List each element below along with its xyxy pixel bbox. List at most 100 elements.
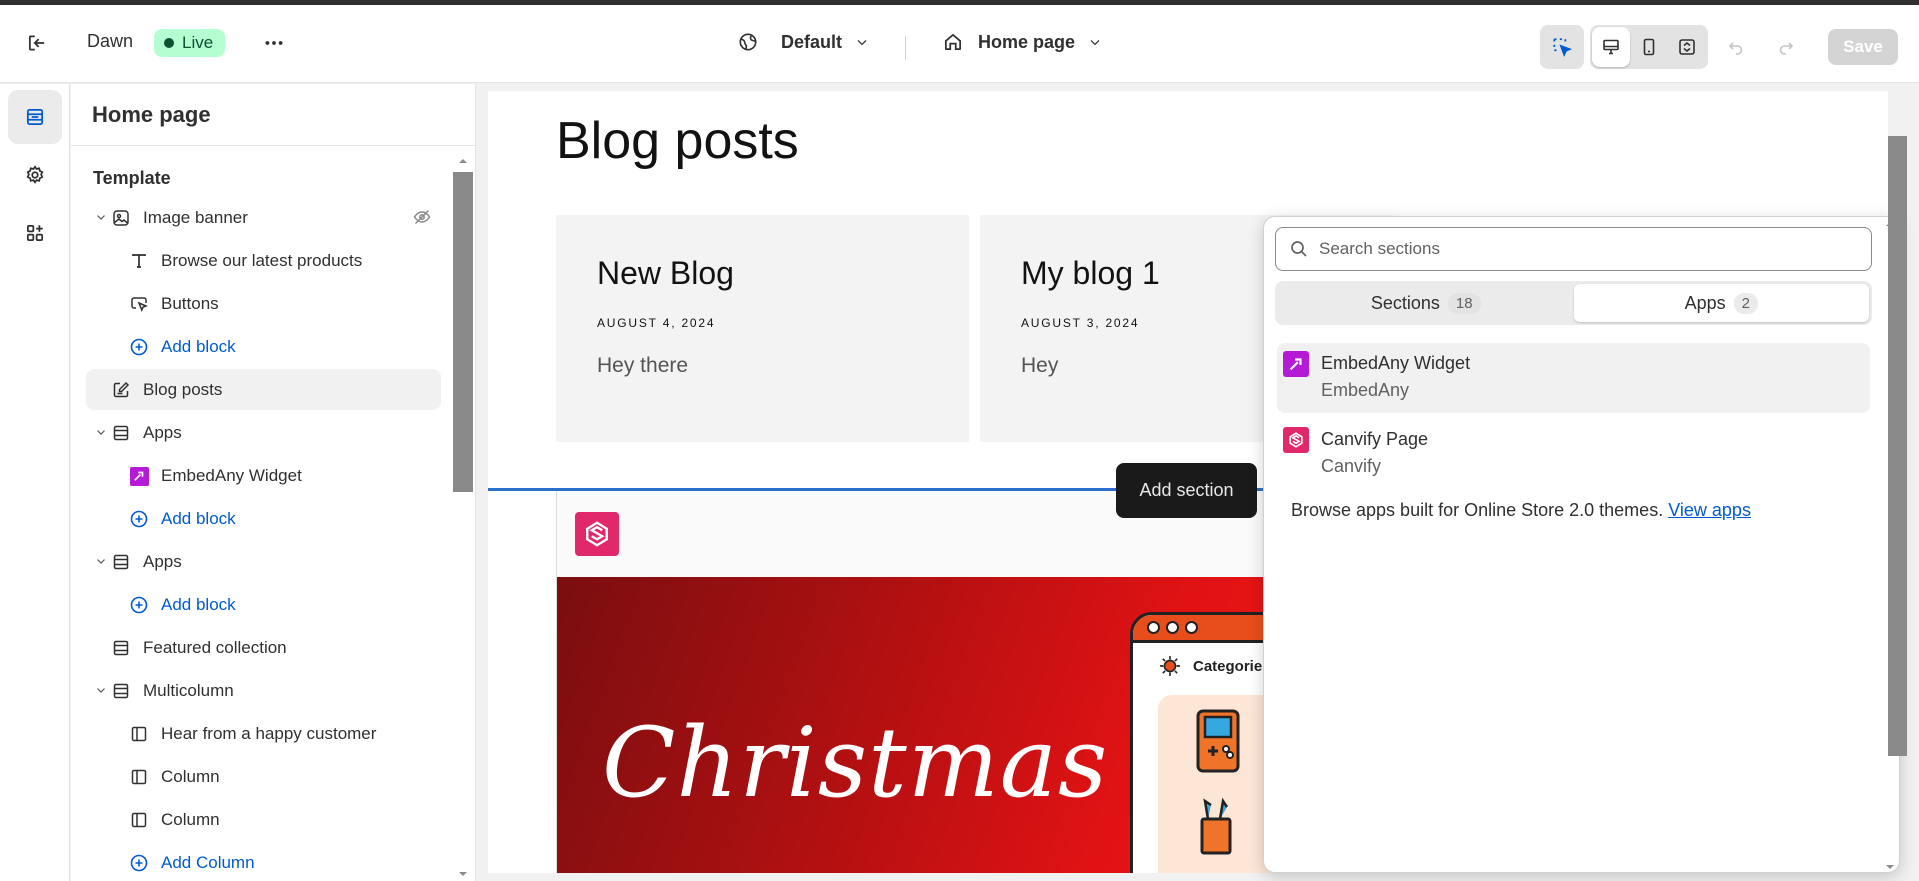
blog-edit-icon <box>110 379 132 401</box>
panel-scrollbar-thumb[interactable] <box>453 172 473 492</box>
view-apps-link[interactable]: View apps <box>1668 500 1751 520</box>
tree-item-multicolumn[interactable]: Multicolumn <box>86 670 441 711</box>
plus-circle-icon <box>128 508 150 530</box>
search-sections-field[interactable] <box>1275 227 1872 271</box>
button-pointer-icon <box>128 293 150 315</box>
popover-tabs: Sections 18 Apps 2 <box>1275 281 1872 325</box>
app-option-vendor: Canvify <box>1321 456 1382 476</box>
blog-posts-heading[interactable]: Blog posts <box>556 111 799 171</box>
theme-settings-rail-button[interactable] <box>8 148 62 202</box>
banner-text: Christmas <box>602 707 1109 819</box>
mobile-view-button[interactable] <box>1630 27 1668 67</box>
column-icon <box>128 766 150 788</box>
fullscreen-icon <box>1679 39 1695 55</box>
tree-item-buttons[interactable]: Buttons <box>86 283 441 324</box>
plus-circle-icon <box>128 336 150 358</box>
chevron-down-icon <box>1090 39 1100 46</box>
gear-icon <box>26 165 44 184</box>
tree-item-label: Column <box>161 767 220 786</box>
page-selector[interactable]: Home page <box>942 31 1103 53</box>
chevron-down-icon <box>97 559 105 564</box>
status-badge: Live <box>154 29 226 57</box>
add-block-button[interactable]: Add block <box>86 326 441 367</box>
desktop-icon <box>1603 39 1619 55</box>
section-icon <box>110 422 132 444</box>
app-option-embedany[interactable]: EmbedAny Widget EmbedAny <box>1277 343 1870 413</box>
popover-footer: Browse apps built for Online Store 2.0 t… <box>1291 500 1751 521</box>
app-option-name: EmbedAny Widget <box>1321 353 1471 373</box>
tab-sections[interactable]: Sections 18 <box>1278 284 1574 322</box>
tree-item-apps[interactable]: Apps <box>86 412 441 453</box>
add-block-label: Add block <box>161 337 236 356</box>
section-icon <box>110 551 132 573</box>
home-icon <box>944 33 962 51</box>
cursor-select-icon <box>1553 38 1573 58</box>
search-sections-input[interactable] <box>1319 239 1839 259</box>
christmas-banner: Christmas Categorie <box>557 577 1357 873</box>
canvify-app-block[interactable]: Christmas Categorie <box>556 491 1357 873</box>
tree-item-blog-posts[interactable]: Blog posts <box>86 369 441 410</box>
desktop-view-button[interactable] <box>1592 27 1630 67</box>
add-block-label: Add block <box>161 595 236 614</box>
add-section-popover: Sections 18 Apps 2 EmbedAny Widget Embed… <box>1263 216 1900 873</box>
tree-item-browse-products[interactable]: Browse our latest products <box>86 240 441 281</box>
tree-item-label: Column <box>161 810 220 829</box>
tree-item-column[interactable]: Column <box>86 756 441 797</box>
tree-item-label: EmbedAny Widget <box>161 466 302 485</box>
save-button[interactable]: Save <box>1828 29 1898 65</box>
template-heading: Template <box>93 168 171 188</box>
tab-count-badge: 2 <box>1733 292 1758 314</box>
tree-item-image-banner[interactable]: Image banner <box>86 197 441 238</box>
panel-title: Home page <box>92 101 211 127</box>
page-selector-label: Home page <box>978 31 1076 52</box>
live-dot-icon <box>164 38 174 48</box>
inspector-toggle-button[interactable] <box>1540 25 1584 69</box>
tab-label: Sections <box>1370 292 1440 313</box>
device-category-label: Categorie <box>1193 658 1263 675</box>
fullscreen-view-button[interactable] <box>1668 27 1706 67</box>
toolbar-divider <box>905 36 906 60</box>
tree-item-apps[interactable]: Apps <box>86 541 441 582</box>
preview-scrollbar-thumb[interactable] <box>1888 136 1907 756</box>
panel-header: Home page <box>71 84 475 146</box>
tree-item-label: Blog posts <box>143 380 223 399</box>
embedany-app-icon <box>128 465 150 487</box>
exit-icon <box>17 23 57 63</box>
undo-button[interactable] <box>1714 25 1758 69</box>
add-column-button[interactable]: Add Column <box>86 842 441 881</box>
tree-item-label: Apps <box>143 552 182 571</box>
plus-circle-icon <box>128 852 150 874</box>
add-block-button[interactable]: Add block <box>86 498 441 539</box>
canvify-app-icon <box>1283 427 1309 453</box>
sections-rail-button[interactable] <box>8 90 62 144</box>
more-actions-button[interactable] <box>254 23 294 63</box>
text-icon <box>128 250 150 272</box>
mobile-icon <box>1643 38 1655 56</box>
chevron-down-icon <box>97 688 105 693</box>
redo-icon <box>1779 42 1794 55</box>
tree-item-happy-customer[interactable]: Hear from a happy customer <box>86 713 441 754</box>
footer-text: Browse apps built for Online Store 2.0 t… <box>1291 500 1664 520</box>
tab-apps[interactable]: Apps 2 <box>1573 284 1869 322</box>
blog-card[interactable]: New Blog AUGUST 4, 2024 Hey there <box>556 215 969 442</box>
add-section-tooltip[interactable]: Add section <box>1116 463 1257 518</box>
exit-button[interactable] <box>17 23 57 63</box>
tree-item-featured-collection[interactable]: Featured collection <box>86 627 441 668</box>
theme-selector[interactable]: Default <box>737 31 870 53</box>
add-block-button[interactable]: Add block <box>86 584 441 625</box>
sun-icon <box>1160 656 1180 676</box>
globe-icon <box>739 33 757 51</box>
column-icon <box>128 723 150 745</box>
hidden-eye-icon[interactable] <box>412 207 432 232</box>
tree-item-label: Hear from a happy customer <box>161 724 377 743</box>
app-option-name: Canvify Page <box>1321 429 1429 449</box>
top-bar: Dawn Live Default Home page Save <box>0 5 1919 83</box>
redo-button[interactable] <box>1764 25 1808 69</box>
app-embeds-rail-button[interactable] <box>8 206 62 260</box>
app-option-canvify[interactable]: Canvify Page Canvify <box>1277 419 1870 489</box>
tree-item-column[interactable]: Column <box>86 799 441 840</box>
blog-card-date: AUGUST 4, 2024 <box>597 316 716 330</box>
section-tree: Template Image banner Browse our latest … <box>71 147 456 881</box>
blog-card-title: New Blog <box>597 255 734 291</box>
tree-item-embedany-widget[interactable]: EmbedAny Widget <box>86 455 441 496</box>
